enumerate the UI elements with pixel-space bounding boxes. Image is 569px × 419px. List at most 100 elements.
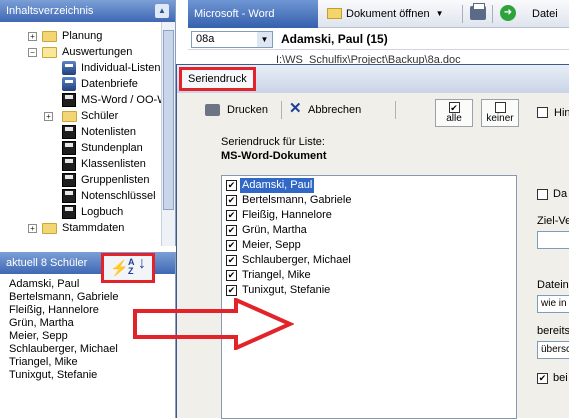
- disk-icon: [62, 189, 76, 203]
- printer-icon[interactable]: [470, 3, 486, 20]
- tree-item-label: Notenschlüssel: [81, 190, 156, 202]
- sort-z-letter: Z: [128, 266, 134, 276]
- tree-item-label: Auswertungen: [62, 46, 133, 58]
- tree-scrollbar[interactable]: [161, 22, 175, 246]
- student-list-item[interactable]: Tunixgut, Stefanie: [9, 369, 97, 382]
- expand-icon[interactable]: +: [28, 32, 37, 41]
- folder-icon: [62, 111, 77, 122]
- open-document-button[interactable]: Dokument öffnen ▼: [326, 3, 446, 25]
- student-list-item[interactable]: Grün, Martha: [9, 317, 74, 330]
- toolbar-separator: [281, 101, 282, 119]
- tree-item-label: Gruppenlisten: [81, 174, 150, 186]
- toolbar-separator: [492, 5, 493, 23]
- folder-open-icon: [42, 47, 57, 58]
- tree-item-label: Planung: [62, 30, 103, 42]
- collapse-up-icon[interactable]: ▲: [155, 4, 169, 18]
- student-name: Bertelsmann, Gabriele: [242, 194, 352, 206]
- file-menu-label[interactable]: Datei: [532, 0, 558, 28]
- go-arrow-icon[interactable]: ➜: [500, 5, 516, 21]
- tree-panel-title: Inhaltsverzeichnis: [6, 5, 94, 17]
- folder-icon: [42, 223, 57, 234]
- dialog-options-column: Da Ziel-Ve Dateina wie in bereits übersc…: [527, 175, 569, 419]
- disk-icon: [62, 93, 76, 107]
- select-all-button[interactable]: ✔ alle: [435, 99, 473, 127]
- checkbox-checked-icon[interactable]: ✔: [226, 240, 237, 251]
- scrollbar-thumb[interactable]: [163, 30, 174, 210]
- expand-icon[interactable]: +: [44, 112, 53, 121]
- dialog-intro: Seriendruck für Liste: MS-Word-Dokument: [221, 135, 327, 163]
- student-list-item[interactable]: Triangel, Mike: [9, 356, 78, 369]
- annotation-arrow-icon: [133, 298, 294, 350]
- printer-icon: [205, 104, 220, 116]
- printer-icon: [62, 61, 76, 75]
- tree-panel-caption: Inhaltsverzeichnis ▲: [0, 0, 175, 22]
- existing-label: bereits: [537, 325, 569, 337]
- expand-icon[interactable]: +: [28, 224, 37, 233]
- cancel-label: Abbrechen: [308, 104, 362, 116]
- collapse-icon[interactable]: −: [28, 48, 37, 57]
- app-title: Microsoft - Word: [188, 0, 318, 28]
- checkbox-checked-icon[interactable]: ✔: [226, 225, 237, 236]
- checkbox-checked-icon[interactable]: ✔: [226, 210, 237, 221]
- print-button[interactable]: Drucken: [205, 99, 268, 121]
- student-name: Meier, Sepp: [242, 239, 301, 251]
- chevron-down-icon[interactable]: ▼: [436, 3, 444, 25]
- student-list-item[interactable]: Schlauberger, Michael: [9, 343, 118, 356]
- lightning-icon[interactable]: ⚡: [110, 259, 129, 277]
- student-list-item[interactable]: Adamski, Paul: [9, 278, 79, 291]
- checkbox-checked-icon[interactable]: ✔: [226, 270, 237, 281]
- class-select[interactable]: 08a ▼: [191, 31, 273, 48]
- dialog-toolbar: Drucken ✕ Abbrechen ✔ alle keiner: [205, 95, 545, 127]
- toolbar-separator: [462, 5, 463, 23]
- sort-az-icon[interactable]: A Z ↓: [128, 256, 146, 276]
- student-panel-title: aktuell 8 Schüler: [6, 257, 88, 269]
- checkbox-empty-icon: [537, 107, 548, 118]
- disk-icon: [62, 141, 76, 155]
- select-none-button[interactable]: keiner: [481, 99, 519, 127]
- print-label: Drucken: [227, 104, 268, 116]
- student-name: Grün, Martha: [242, 224, 307, 236]
- hint-label: Hin: [554, 107, 569, 119]
- checkbox-checked-icon[interactable]: ✔: [226, 180, 237, 191]
- option-label: Da: [553, 188, 568, 200]
- checkbox-checked-icon[interactable]: ✔: [226, 195, 237, 206]
- existing-select[interactable]: übersc: [537, 341, 569, 359]
- tree-item-label: Stundenplan: [81, 142, 143, 154]
- tree-item-label: Datenbriefe: [81, 78, 138, 90]
- intro-line: Seriendruck für Liste:: [221, 136, 325, 148]
- checkbox-checked-icon[interactable]: ✔: [537, 373, 548, 384]
- disk-icon: [62, 173, 76, 187]
- folder-icon: [42, 31, 57, 42]
- word-toolbar: Microsoft - Word Dokument öffnen ▼ ➜ Dat…: [188, 0, 569, 28]
- student-list-item[interactable]: Fleißig, Hannelore: [9, 304, 99, 317]
- checkbox-checked-icon[interactable]: ✔: [226, 285, 237, 296]
- student-name: Triangel, Mike: [242, 269, 311, 281]
- open-document-label: Dokument öffnen: [346, 8, 430, 20]
- filename-select[interactable]: wie in: [537, 295, 569, 313]
- checkbox-checked-icon[interactable]: ✔: [226, 255, 237, 266]
- open-folder-icon: [327, 8, 342, 19]
- toolbar-separator: [395, 101, 396, 119]
- checkbox-empty-icon[interactable]: [537, 189, 548, 200]
- seriendruck-dialog: Seriendruck Drucken ✕ Abbrechen ✔ alle k…: [176, 64, 569, 419]
- student-name: Schlauberger, Michael: [242, 254, 351, 266]
- disk-icon: [62, 205, 76, 219]
- student-list-item[interactable]: Meier, Sepp: [9, 330, 68, 343]
- dialog-student-list[interactable]: ✔ Adamski, Paul ✔ Bertelsmann, Gabriele …: [221, 175, 517, 419]
- student-list-item[interactable]: Bertelsmann, Gabriele: [9, 291, 118, 304]
- tree-item-label: Logbuch: [81, 206, 124, 218]
- student-tools-highlight: ⚡ A Z ↓: [101, 253, 155, 283]
- hint-checkbox[interactable]: Hin: [537, 107, 569, 119]
- close-icon: ✕: [289, 100, 302, 117]
- tree-item-label: Stammdaten: [62, 222, 125, 234]
- intro-list-name: MS-Word-Dokument: [221, 150, 327, 162]
- cancel-button[interactable]: ✕ Abbrechen: [289, 99, 361, 121]
- tree-list: + Planung − Auswertungen Individual-List…: [0, 22, 175, 234]
- target-label: Ziel-Ve: [537, 215, 569, 227]
- dialog-title: Seriendruck: [179, 67, 256, 91]
- dialog-titlebar: Seriendruck: [177, 65, 569, 93]
- student-name: Tunixgut, Stefanie: [242, 284, 331, 296]
- target-input[interactable]: [537, 231, 569, 249]
- student-name: Adamski, Paul: [240, 178, 315, 193]
- chevron-down-icon[interactable]: ▼: [257, 32, 272, 47]
